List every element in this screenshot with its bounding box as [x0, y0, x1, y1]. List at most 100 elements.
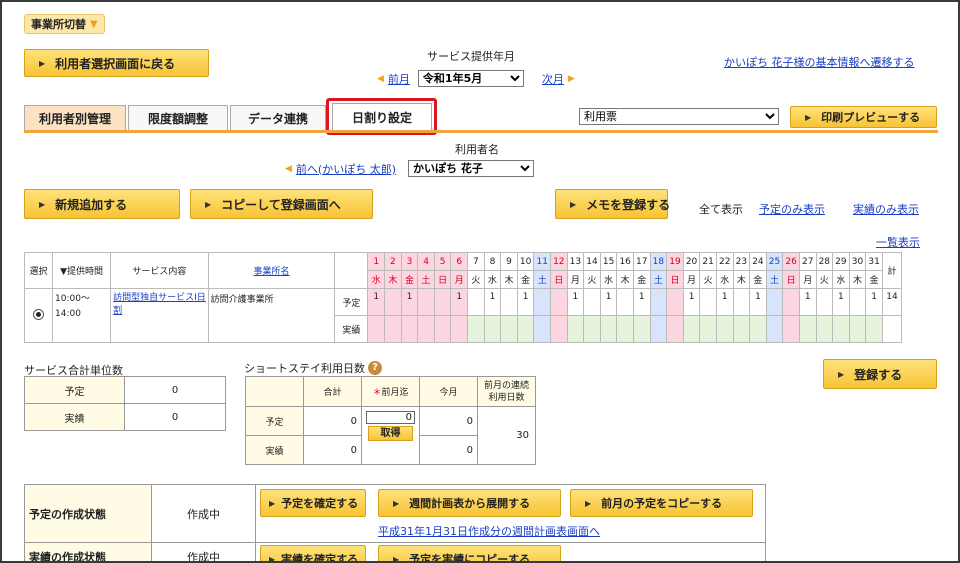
plan-cell[interactable]: 1	[400, 288, 419, 316]
row-radio[interactable]	[23, 288, 54, 343]
actual-cell[interactable]	[367, 315, 386, 343]
list-view-link[interactable]: 一覧表示	[876, 234, 920, 250]
actual-cell[interactable]	[599, 315, 618, 343]
actual-cell[interactable]	[550, 315, 568, 343]
row-service[interactable]: 訪問型独自サービスⅠ日割	[110, 288, 209, 343]
plan-cell[interactable]	[815, 288, 834, 316]
plan-cell[interactable]	[384, 288, 402, 316]
plan-cell[interactable]: 1	[632, 288, 651, 316]
actual-cell[interactable]	[749, 315, 767, 343]
actual-cell[interactable]	[583, 315, 601, 343]
actual-cell[interactable]	[715, 315, 734, 343]
plan-cell[interactable]	[533, 288, 552, 316]
filter-all[interactable]: 全て表示	[699, 201, 743, 217]
actual-cell[interactable]	[400, 315, 419, 343]
actual-cell[interactable]	[682, 315, 701, 343]
weekly-plan-link[interactable]: 平成31年1月31日作成分の週間計画表画面へ	[378, 523, 600, 539]
memo-register-button[interactable]: ▶ メモを登録する	[555, 189, 670, 219]
plan-cell[interactable]: 1	[682, 288, 701, 316]
tab-limit-adjust[interactable]: 限度額調整	[128, 105, 228, 131]
actual-cell[interactable]	[433, 315, 452, 343]
ss-prev-input[interactable]: 0	[366, 411, 415, 424]
plan-cell[interactable]: 1	[566, 288, 585, 316]
plan-cell[interactable]	[616, 288, 634, 316]
col-time[interactable]: ▼提供時間	[52, 252, 112, 289]
plan-cell[interactable]: 1	[450, 288, 469, 316]
ss-prev-header: ＊前月迄	[361, 376, 420, 407]
actual-cell[interactable]	[649, 315, 668, 343]
filter-plan-link[interactable]: 予定のみ表示	[759, 201, 825, 217]
actual-cell[interactable]	[450, 315, 469, 343]
tab-user-management[interactable]: 利用者別管理	[24, 105, 126, 131]
plan-cell[interactable]	[649, 288, 668, 316]
actual-cell[interactable]	[533, 315, 552, 343]
plan-cell[interactable]	[550, 288, 568, 316]
plan-cell[interactable]: 1	[832, 288, 850, 316]
plan-cell[interactable]	[500, 288, 518, 316]
plan-cell[interactable]: 1	[865, 288, 883, 316]
filter-actual-link[interactable]: 実績のみ表示	[853, 201, 919, 217]
plan-cell[interactable]	[765, 288, 784, 316]
month-select[interactable]: 令和1年5月	[417, 70, 524, 87]
actual-cell[interactable]	[384, 315, 402, 343]
arrow-right-icon: ▶	[570, 199, 577, 209]
actual-cell[interactable]	[865, 315, 883, 343]
actual-cell[interactable]	[832, 315, 850, 343]
plan-cell[interactable]	[782, 288, 800, 316]
new-add-button[interactable]: ▶ 新規追加する	[24, 189, 180, 219]
actual-cell[interactable]	[516, 315, 535, 343]
col-office[interactable]: 事業所名	[207, 252, 336, 289]
office-switch[interactable]: 事業所切替 ▼	[24, 14, 105, 34]
help-icon[interactable]: ?	[368, 361, 382, 375]
actual-cell[interactable]	[417, 315, 435, 343]
actual-cell[interactable]	[566, 315, 585, 343]
plan-cell[interactable]	[666, 288, 684, 316]
report-select[interactable]: 利用票	[579, 108, 779, 125]
plan-cell[interactable]: 1	[367, 288, 386, 316]
prev-month-link[interactable]: 前月	[388, 71, 410, 87]
plan-cell[interactable]: 1	[483, 288, 502, 316]
plan-cell[interactable]: 1	[599, 288, 618, 316]
plan-cell[interactable]	[467, 288, 485, 316]
actual-cell[interactable]	[815, 315, 834, 343]
radio-button[interactable]	[33, 308, 44, 320]
fetch-button[interactable]: 取得	[368, 426, 413, 441]
actual-cell[interactable]	[848, 315, 867, 343]
actual-cell[interactable]	[616, 315, 634, 343]
copy-register-button[interactable]: ▶ コピーして登録画面へ	[190, 189, 373, 219]
confirm-actual-button[interactable]: ▶ 実績を確定する	[260, 545, 366, 561]
expand-weekly-button[interactable]: ▶ 週間計画表から展開する	[378, 489, 561, 517]
back-to-user-select-button[interactable]: ▶ 利用者選択画面に戻る	[24, 49, 209, 77]
actual-cell[interactable]	[483, 315, 502, 343]
plan-cell[interactable]	[583, 288, 601, 316]
register-button[interactable]: ▶ 登録する	[823, 359, 937, 389]
plan-cell[interactable]	[732, 288, 751, 316]
actual-cell[interactable]	[666, 315, 684, 343]
basic-info-link[interactable]: かいぽち 花子様の基本情報へ遷移する	[724, 54, 915, 70]
user-select[interactable]: かいぽち 花子	[408, 160, 535, 177]
next-month-link[interactable]: 次月	[542, 71, 564, 87]
copy-prev-month-button[interactable]: ▶ 前月の予定をコピーする	[570, 489, 753, 517]
actual-cell[interactable]	[782, 315, 800, 343]
confirm-plan-button[interactable]: ▶ 予定を確定する	[260, 489, 366, 517]
copy-plan-to-actual-button[interactable]: ▶ 予定を実績にコピーする	[378, 545, 561, 561]
print-preview-button[interactable]: ▶ 印刷プレビューする	[790, 106, 937, 128]
plan-cell[interactable]: 1	[516, 288, 535, 316]
actual-cell[interactable]	[798, 315, 817, 343]
actual-cell[interactable]	[500, 315, 518, 343]
actual-cell[interactable]	[765, 315, 784, 343]
plan-cell[interactable]	[417, 288, 435, 316]
plan-cell[interactable]	[699, 288, 717, 316]
actual-cell[interactable]	[699, 315, 717, 343]
plan-cell[interactable]: 1	[749, 288, 767, 316]
plan-cell[interactable]: 1	[798, 288, 817, 316]
prev-user-link[interactable]: 前へ(かいぽち 太郎)	[296, 161, 396, 177]
plan-cell[interactable]: 1	[715, 288, 734, 316]
actual-cell[interactable]	[732, 315, 751, 343]
plan-cell[interactable]	[433, 288, 452, 316]
actual-cell[interactable]	[632, 315, 651, 343]
actual-cell[interactable]	[467, 315, 485, 343]
weekday-header: 水	[367, 270, 386, 289]
tab-data-link[interactable]: データ連携	[230, 105, 326, 131]
plan-cell[interactable]	[848, 288, 867, 316]
